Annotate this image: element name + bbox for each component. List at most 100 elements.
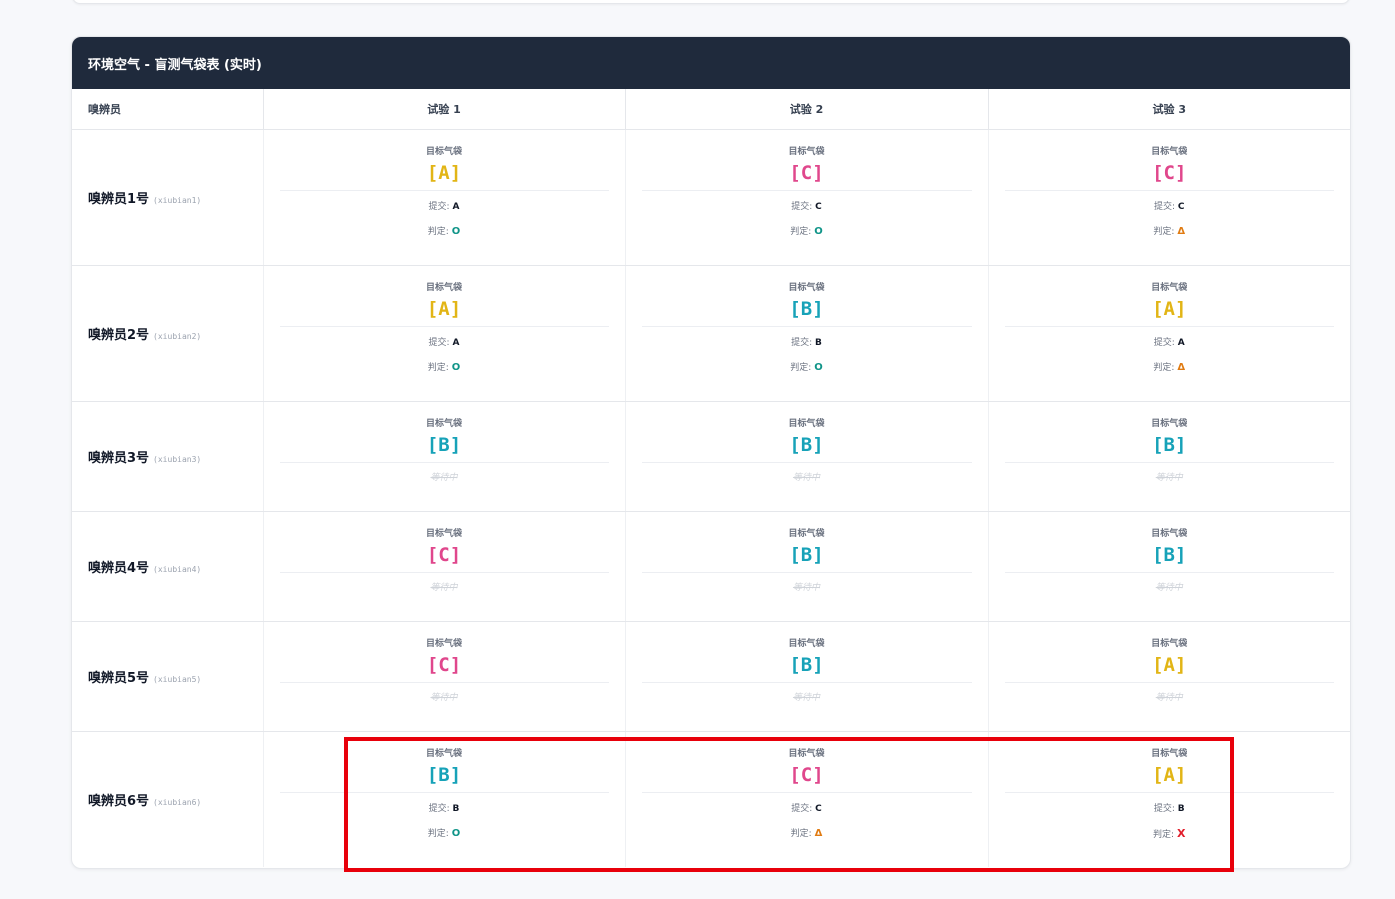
target-bag-label: 目标气袋: [788, 749, 825, 759]
trial-cell: 目标气袋 [A] 提交: A 判定: O: [263, 129, 626, 266]
target-bag-value: [C]: [1004, 158, 1334, 191]
judge-line: 判定: O: [280, 362, 609, 374]
sniffer-id: (xiubian6): [153, 798, 202, 807]
sniffer-id: (xiubian5): [153, 675, 202, 684]
sniffer-id: (xiubian2): [153, 332, 202, 341]
column-header-sniffer: 嗅辨员: [72, 89, 264, 130]
submit-label: 提交:: [791, 202, 813, 212]
judge-line: 判定: Δ: [1005, 362, 1335, 374]
target-bag-label: 目标气袋: [425, 639, 462, 649]
sniffer-name: 嗅辨员2号: [88, 328, 150, 343]
trial-cell: 目标气袋 [B] 等待中: [625, 511, 989, 622]
submit-label: 提交:: [1153, 338, 1175, 348]
target-bag-label: 目标气袋: [788, 419, 825, 429]
panel-title: 环境空气 - 盲测气袋表 (实时): [72, 37, 1350, 89]
table-header-row: 嗅辨员 试验 1 试验 2 试验 3: [72, 89, 1350, 130]
table-row: 嗅辨员3号 (xiubian3) 目标气袋 [B] 等待中 目标气袋 [B] 等待中 目标气袋[…: [72, 401, 1350, 512]
waiting-status: 等待中: [1155, 583, 1183, 593]
submit-value: A: [452, 202, 460, 212]
trial-cell: 目标气袋 [A] 提交: B 判定: X: [988, 732, 1350, 868]
waiting-status: 等待中: [792, 473, 820, 483]
submit-value: B: [1177, 804, 1185, 814]
submit-label: 提交:: [428, 338, 450, 348]
trial-cell: 目标气袋 [A] 提交: A 判定: O: [263, 265, 626, 402]
judge-line: 判定: O: [280, 828, 609, 840]
target-bag-value: [B]: [1004, 430, 1334, 463]
target-bag-label: 目标气袋: [788, 147, 825, 157]
trial-cell: 目标气袋 [B] 等待中: [988, 401, 1350, 512]
trial-cell: 目标气袋 [C] 提交: C 判定: Δ: [988, 129, 1350, 266]
waiting-status: 等待中: [430, 473, 458, 483]
target-bag-label: 目标气袋: [1151, 283, 1188, 293]
judge-partial-mark: Δ: [814, 828, 823, 839]
target-bag-value: [C]: [279, 540, 609, 573]
target-bag-value: [A]: [1004, 294, 1334, 327]
target-bag-label: 目标气袋: [425, 283, 462, 293]
target-bag-label: 目标气袋: [425, 419, 462, 429]
submit-value: C: [815, 202, 822, 212]
target-bag-label: 目标气袋: [1151, 749, 1188, 759]
submit-label: 提交:: [791, 804, 813, 814]
sniffer-id: (xiubian4): [153, 565, 202, 574]
table-row: 嗅辨员1号 (xiubian1) 目标气袋 [A] 提交: A 判定: O 目标气袋 [C] 提…: [72, 129, 1350, 266]
judge-pass-mark: O: [451, 828, 461, 839]
judge-pass-mark: O: [814, 226, 823, 237]
sniffer-name: 嗅辨员6号: [88, 794, 150, 809]
target-bag-label: 目标气袋: [425, 147, 462, 157]
waiting-status: 等待中: [792, 583, 820, 593]
trial-cell: 目标气袋 [C] 提交: C 判定: O: [625, 129, 989, 266]
sniffer-name: 嗅辨员4号: [88, 561, 150, 576]
judge-line: 判定: Δ: [1005, 226, 1335, 238]
submit-label: 提交:: [1153, 202, 1176, 212]
target-bag-label: 目标气袋: [1151, 639, 1188, 649]
previous-card: [72, 0, 1350, 4]
submit-line: 提交: C: [642, 803, 972, 815]
submit-line: 提交: B: [280, 803, 609, 815]
sniffer-id: (xiubian3): [153, 455, 202, 464]
target-bag-label: 目标气袋: [425, 529, 462, 539]
sniffer-cell: 嗅辨员2号 (xiubian2): [72, 265, 264, 402]
judge-pass-mark: O: [451, 226, 461, 237]
judge-label: 判定:: [1153, 363, 1175, 373]
target-bag-label: 目标气袋: [1151, 419, 1188, 429]
table-row: 嗅辨员2号 (xiubian2) 目标气袋 [A] 提交: A 判定: O 目标气袋 [B] 提…: [72, 265, 1350, 402]
waiting-status: 等待中: [1155, 693, 1183, 703]
trial-cell: 目标气袋 [C] 等待中: [263, 621, 626, 732]
target-bag-label: 目标气袋: [1151, 529, 1188, 539]
submit-value: C: [1177, 202, 1185, 212]
table-row: 嗅辨员6号 (xiubian6) 目标气袋 [B] 提交: B 判定: O 目标气袋 [C] 提…: [72, 731, 1350, 868]
trial-cell: 目标气袋 [B] 等待中: [988, 511, 1350, 622]
table-row: 嗅辨员4号 (xiubian4) 目标气袋 [C] 等待中 目标气袋 [B] 等待中 目标气袋[…: [72, 511, 1350, 622]
trial-cell: 目标气袋 [B] 等待中: [625, 401, 989, 512]
submit-value: A: [1177, 338, 1185, 348]
table-row: 嗅辨员5号 (xiubian5) 目标气袋 [C] 等待中 目标气袋 [B] 等待中 目标气袋[…: [72, 621, 1350, 732]
target-bag-label: 目标气袋: [425, 749, 462, 759]
judge-line: 判定: O: [642, 362, 972, 374]
sniffer-cell: 嗅辨员4号 (xiubian4): [72, 511, 264, 622]
trial-cell: 目标气袋 [B] 等待中: [625, 621, 989, 732]
target-bag-value: [C]: [641, 158, 972, 191]
target-bag-value: [A]: [279, 294, 609, 327]
target-bag-value: [A]: [1004, 760, 1334, 793]
submit-line: 提交: A: [280, 337, 609, 349]
submit-label: 提交:: [791, 338, 813, 348]
judge-label: 判定:: [427, 829, 449, 839]
waiting-status: 等待中: [430, 693, 458, 703]
judge-pass-mark: O: [814, 362, 823, 373]
submit-label: 提交:: [1153, 804, 1175, 814]
target-bag-label: 目标气袋: [788, 639, 825, 649]
submit-line: 提交: C: [1005, 201, 1335, 213]
judge-label: 判定:: [427, 227, 449, 237]
target-bag-value: [B]: [641, 294, 972, 327]
waiting-status: 等待中: [1155, 473, 1183, 483]
judge-line: 判定: X: [1005, 828, 1335, 841]
trial-cell: 目标气袋 [B] 提交: B 判定: O: [625, 265, 989, 402]
target-bag-value: [B]: [641, 430, 972, 463]
submit-line: 提交: A: [1005, 337, 1335, 349]
judge-line: 判定: O: [642, 226, 972, 238]
trial-cell: 目标气袋 [A] 提交: A 判定: Δ: [988, 265, 1350, 402]
submit-label: 提交:: [428, 202, 450, 212]
judge-partial-mark: Δ: [1177, 362, 1186, 373]
submit-value: C: [815, 804, 822, 814]
waiting-status: 等待中: [430, 583, 458, 593]
